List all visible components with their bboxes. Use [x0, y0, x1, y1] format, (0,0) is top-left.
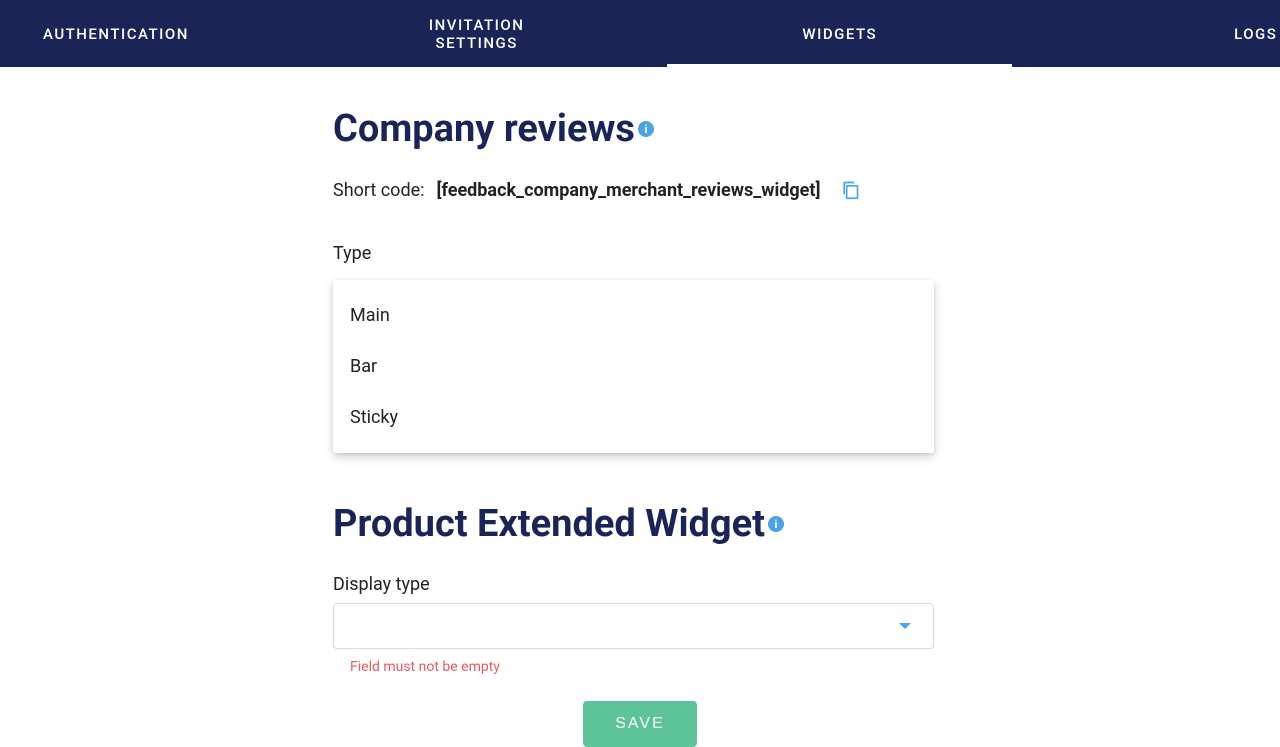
shortcode-row: Short code: [feedback_company_merchant_r… [333, 179, 947, 201]
info-icon[interactable] [638, 121, 654, 137]
type-dropdown[interactable]: Main Bar Sticky [333, 272, 934, 452]
copy-icon[interactable] [840, 179, 860, 201]
type-option-sticky[interactable]: Sticky [333, 392, 934, 443]
top-nav: AUTHENTICATION INVITATION SETTINGS WIDGE… [0, 0, 1280, 67]
display-type-select[interactable] [333, 603, 934, 649]
shortcode-value: [feedback_company_merchant_reviews_widge… [437, 180, 821, 201]
product-extended-title-text: Product Extended Widget [333, 502, 765, 546]
save-button[interactable]: SAVE [583, 701, 697, 747]
info-icon[interactable] [768, 516, 784, 532]
display-type-error: Field must not be empty [350, 659, 947, 675]
company-reviews-title-text: Company reviews [333, 107, 635, 151]
type-option-bar[interactable]: Bar [333, 341, 934, 392]
product-extended-title: Product Extended Widget [333, 502, 947, 546]
type-option-main[interactable]: Main [333, 290, 934, 341]
display-type-label: Display type [333, 574, 947, 595]
chevron-down-icon [899, 623, 911, 629]
company-reviews-title: Company reviews [333, 107, 947, 151]
main-content: Company reviews Short code: [feedback_co… [0, 67, 1280, 747]
tab-logs[interactable]: LOGS [1204, 0, 1280, 67]
tab-widgets[interactable]: WIDGETS [772, 0, 907, 67]
type-dropdown-menu: Main Bar Sticky [333, 280, 934, 453]
type-label: Type [333, 243, 947, 264]
tab-invitation-settings[interactable]: INVITATION SETTINGS [399, 0, 554, 67]
shortcode-label: Short code: [333, 180, 425, 201]
tab-authentication[interactable]: AUTHENTICATION [13, 0, 219, 67]
